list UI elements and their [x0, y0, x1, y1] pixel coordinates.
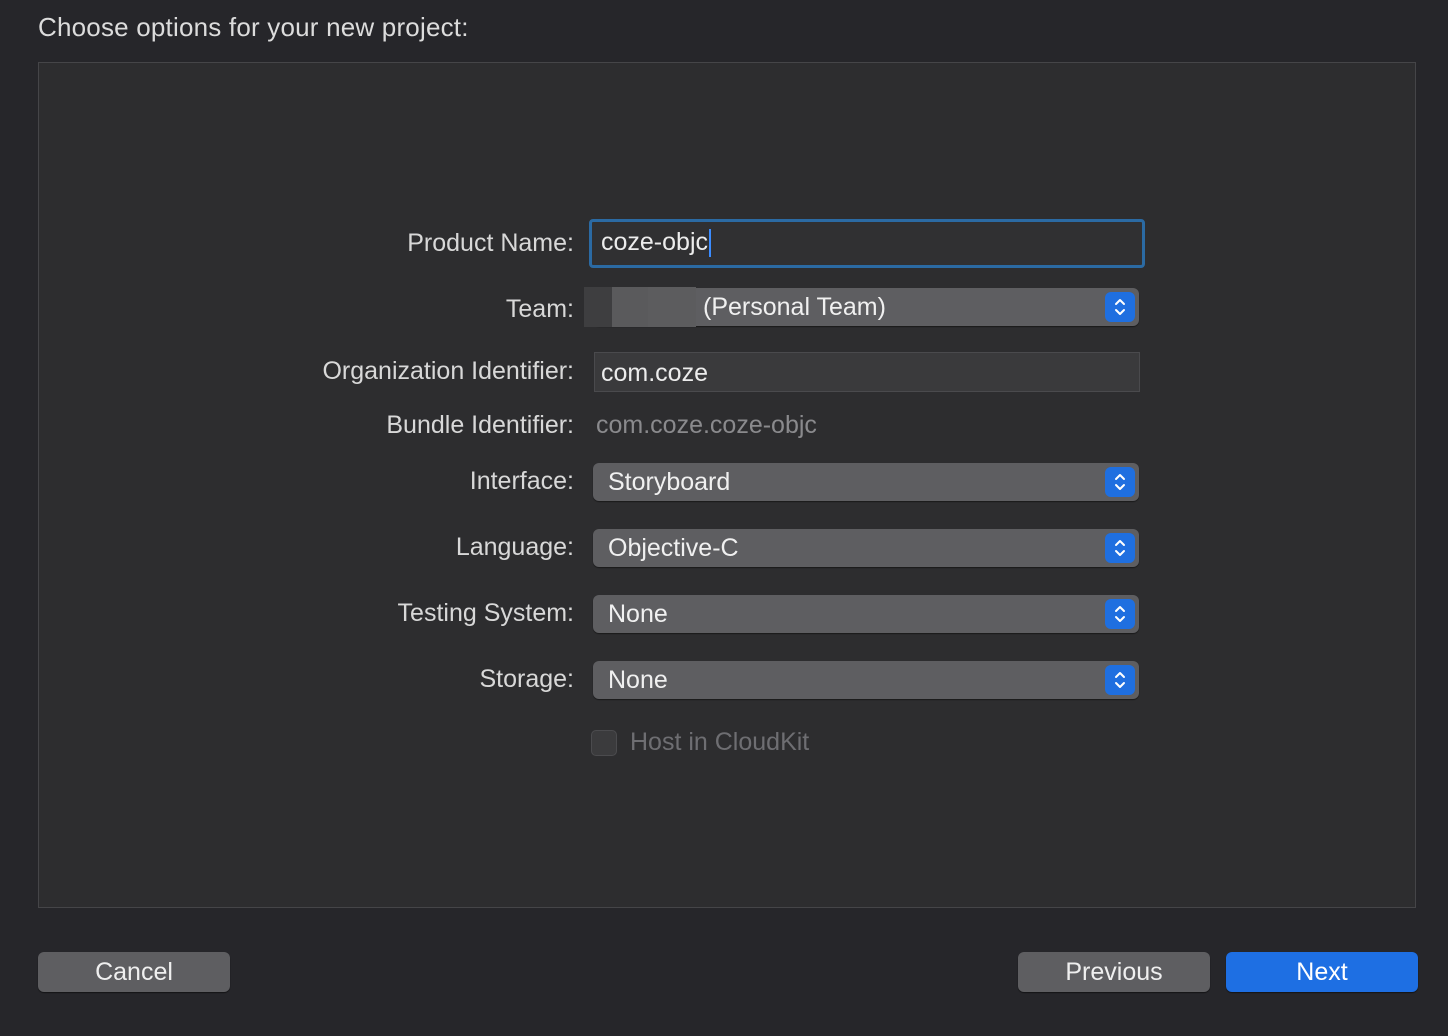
product-name-label: Product Name: — [407, 229, 574, 257]
next-button[interactable]: Next — [1226, 952, 1418, 992]
testing-system-popup[interactable]: None — [593, 595, 1139, 633]
bundle-identifier-label: Bundle Identifier: — [386, 411, 574, 439]
interface-popup[interactable]: Storyboard — [593, 463, 1139, 501]
storage-popup-value: None — [608, 666, 668, 694]
storage-label: Storage: — [479, 665, 574, 693]
product-name-value: coze-objc — [601, 228, 708, 256]
text-caret — [709, 229, 711, 258]
language-label: Language: — [455, 533, 574, 561]
language-popup-value: Objective-C — [608, 534, 739, 562]
new-project-dialog: Choose options for your new project: Pro… — [0, 0, 1448, 1036]
team-label: Team: — [505, 295, 574, 323]
up-down-chevron-icon — [1105, 665, 1135, 695]
up-down-chevron-icon — [1105, 292, 1135, 322]
team-popup-value: (Personal Team) — [703, 293, 886, 321]
interface-label: Interface: — [469, 467, 574, 495]
storage-popup[interactable]: None — [593, 661, 1139, 699]
organization-identifier-field[interactable]: com.coze — [594, 352, 1140, 392]
product-name-field[interactable]: coze-objc — [589, 219, 1145, 268]
dialog-title: Choose options for your new project: — [38, 12, 469, 42]
cancel-button[interactable]: Cancel — [38, 952, 230, 992]
host-in-cloudkit-checkbox[interactable] — [591, 729, 617, 756]
organization-identifier-value: com.coze — [601, 359, 708, 387]
testing-system-label: Testing System: — [397, 599, 574, 627]
up-down-chevron-icon — [1105, 467, 1135, 497]
previous-button[interactable]: Previous — [1018, 952, 1210, 992]
bundle-identifier-value: com.coze.coze-objc — [596, 411, 817, 439]
up-down-chevron-icon — [1105, 533, 1135, 563]
team-name-redaction — [584, 287, 696, 327]
testing-system-popup-value: None — [608, 600, 668, 628]
host-in-cloudkit-label: Host in CloudKit — [630, 728, 810, 756]
host-in-cloudkit-row[interactable]: Host in CloudKit — [591, 728, 809, 757]
organization-identifier-label: Organization Identifier: — [322, 357, 574, 385]
interface-popup-value: Storyboard — [608, 468, 731, 496]
up-down-chevron-icon — [1105, 599, 1135, 629]
language-popup[interactable]: Objective-C — [593, 529, 1139, 567]
